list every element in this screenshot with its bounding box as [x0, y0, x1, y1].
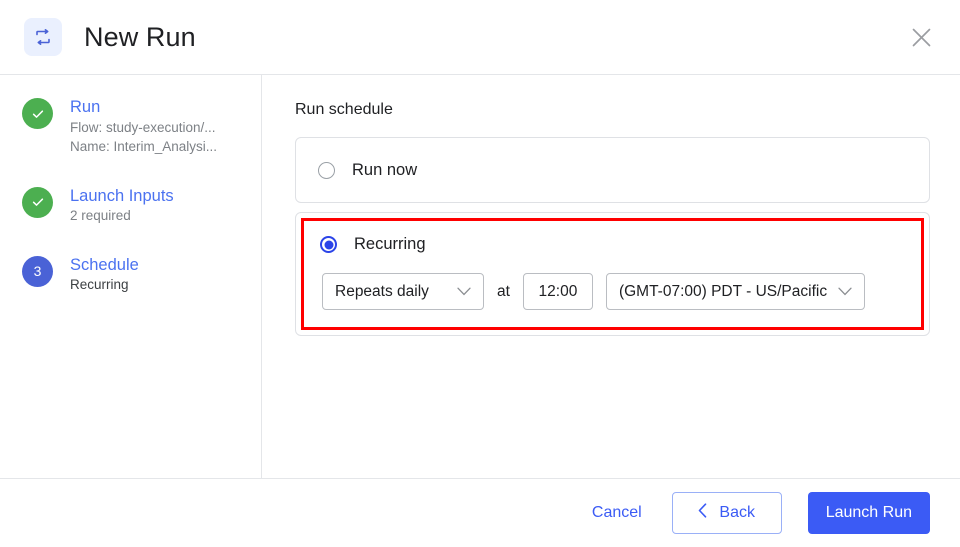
steps-sidebar: Run Flow: study-execution/... Name: Inte… [0, 75, 262, 478]
dialog-header: New Run [0, 0, 960, 75]
sidebar-item-run[interactable]: Run Flow: study-execution/... Name: Inte… [22, 97, 247, 157]
cancel-button[interactable]: Cancel [580, 496, 654, 530]
radio-row-run-now[interactable]: Run now [318, 161, 417, 180]
radio-run-now-label: Run now [352, 160, 418, 179]
new-run-dialog: New Run Run Flow: study-execution/... Na… [0, 0, 960, 547]
schedule-panel: Run schedule Run now Recurring Repeats d… [262, 75, 960, 478]
step-sub-flow: Flow: study-execution/... [70, 119, 216, 135]
highlight-annotation: Recurring Repeats daily at 12:00 (GMT-07… [301, 218, 924, 330]
chevron-down-icon [838, 283, 852, 301]
step-sub-name: Name: Interim_Analysi... [70, 139, 218, 155]
dialog-body: Run Flow: study-execution/... Name: Inte… [0, 75, 960, 478]
radio-run-now-icon[interactable] [318, 161, 335, 179]
section-title: Run schedule [295, 101, 393, 118]
chevron-left-icon [698, 503, 707, 523]
radio-recurring-icon[interactable] [320, 236, 337, 253]
dialog-footer: Cancel Back Launch Run [0, 478, 960, 547]
step-text: Schedule Recurring [70, 255, 139, 295]
repeat-frequency-select[interactable]: Repeats daily [322, 273, 484, 310]
step-status-check-icon [22, 98, 53, 129]
timezone-select[interactable]: (GMT-07:00) PDT - US/Pacific [605, 273, 866, 310]
repeat-icon [24, 18, 62, 56]
radio-recurring-label: Recurring [354, 235, 426, 253]
chevron-down-icon [457, 283, 471, 301]
recurrence-controls: Repeats daily at 12:00 (GMT-07:00) PDT -… [322, 273, 905, 310]
close-icon[interactable] [904, 20, 938, 54]
launch-run-button[interactable]: Launch Run [807, 492, 930, 534]
step-sub-mode: Recurring [70, 277, 129, 293]
step-label: Launch Inputs [70, 186, 174, 205]
back-button[interactable]: Back [671, 492, 782, 534]
step-number: 3 [33, 263, 42, 280]
at-label: at [497, 282, 510, 300]
sidebar-item-schedule[interactable]: 3 Schedule Recurring [22, 255, 247, 295]
step-sub-required: 2 required [70, 208, 131, 224]
sidebar-item-launch-inputs[interactable]: Launch Inputs 2 required [22, 186, 247, 226]
back-button-label: Back [719, 504, 755, 521]
time-input[interactable]: 12:00 [522, 273, 593, 310]
step-number-badge: 3 [22, 255, 53, 287]
step-label: Run [70, 98, 101, 116]
option-recurring[interactable]: Recurring Repeats daily at 12:00 (GMT-07… [295, 212, 930, 336]
option-run-now[interactable]: Run now [295, 137, 930, 203]
time-value: 12:00 [538, 282, 578, 300]
step-label: Schedule [70, 255, 139, 274]
timezone-value: (GMT-07:00) PDT - US/Pacific [618, 282, 828, 300]
step-status-check-icon [22, 186, 53, 218]
radio-row-recurring[interactable]: Recurring [320, 235, 905, 254]
page-title: New Run [84, 21, 196, 52]
repeat-frequency-value: Repeats daily [335, 282, 429, 300]
step-text: Run Flow: study-execution/... Name: Inte… [70, 97, 217, 157]
step-text: Launch Inputs 2 required [70, 186, 174, 226]
